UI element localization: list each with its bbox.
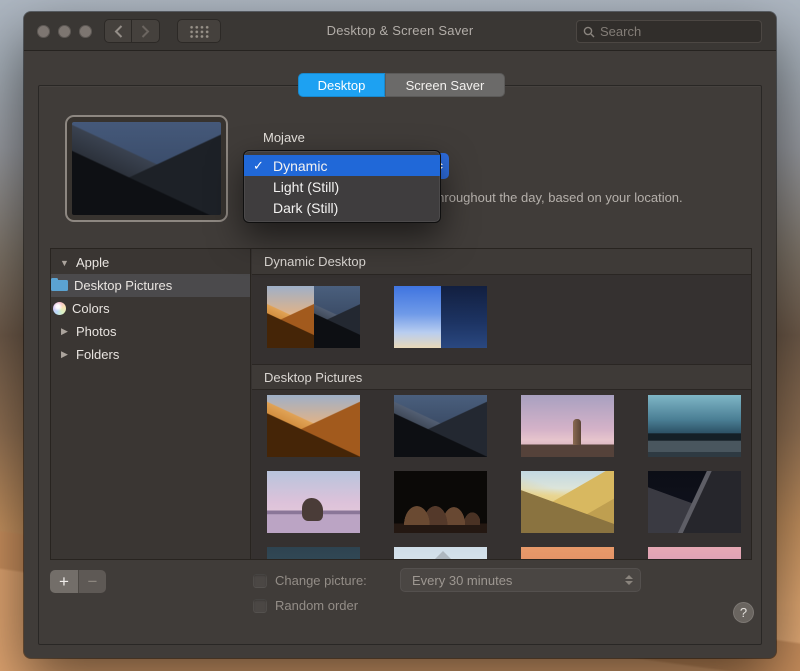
disclosure-triangle-right-icon[interactable]: ▶ <box>59 326 70 337</box>
interval-popup-value: Every 30 minutes <box>412 572 513 588</box>
sidebar-item-folders[interactable]: ▶ Folders <box>51 343 250 366</box>
random-order-label: Random order <box>275 598 359 613</box>
sidebar-item-desktop-pictures-label: Desktop Pictures <box>74 278 173 293</box>
desktop-wallpaper: Desktop & Screen Saver Desktop Screen Sa… <box>0 0 800 671</box>
tab-screen-saver[interactable]: Screen Saver <box>385 73 505 97</box>
folder-icon <box>51 277 68 291</box>
disclosure-triangle-down-icon[interactable]: ▼ <box>59 258 70 268</box>
add-folder-button[interactable]: + <box>50 570 78 593</box>
teal-dusk-thumbnail[interactable] <box>267 547 360 559</box>
selected-picture-name: Mojave <box>263 130 305 145</box>
menu-item-dynamic-label: Dynamic <box>273 157 328 174</box>
tufa-night-thumbnail[interactable] <box>394 471 487 533</box>
solar-dark-half <box>440 286 487 348</box>
sidebar-item-apple-label: Apple <box>76 255 110 270</box>
dark-dune-thumbnail[interactable] <box>648 471 741 533</box>
mountain-peak-thumbnail[interactable] <box>394 547 487 559</box>
orange-clouds-thumbnail[interactable] <box>521 547 614 559</box>
mojave-day-half <box>267 286 314 348</box>
help-button[interactable]: ? <box>733 602 754 623</box>
sidebar-item-desktop-pictures[interactable]: Desktop Pictures <box>51 274 250 297</box>
popup-updown-chevrons-icon <box>625 575 633 585</box>
menu-item-dark-still[interactable]: Dark (Still) <box>244 197 440 218</box>
sidebar-item-folders-label: Folders <box>76 347 120 362</box>
sidebar-item-photos-label: Photos <box>76 324 117 339</box>
dynamic-dropdown-menu: ✓ Dynamic Light (Still) Dark (Still) <box>243 150 441 223</box>
interval-popup-button[interactable]: Every 30 minutes <box>400 568 641 592</box>
solar-gradients-thumbnail[interactable] <box>394 286 487 348</box>
disclosure-triangle-right-icon[interactable]: ▶ <box>59 349 70 360</box>
section-header-dynamic-desktop: Dynamic Desktop <box>252 249 751 275</box>
menu-item-dynamic[interactable]: ✓ Dynamic <box>244 155 440 176</box>
mojave-night-thumbnail[interactable] <box>394 395 487 457</box>
change-picture-checkbox[interactable] <box>253 574 267 588</box>
section-header-desktop-pictures-label: Desktop Pictures <box>264 369 363 385</box>
search-icon <box>583 26 595 37</box>
tab-desktop[interactable]: Desktop <box>298 73 385 97</box>
remove-folder-button[interactable]: − <box>78 570 106 593</box>
pink-clouds-thumbnail[interactable] <box>648 547 741 559</box>
section-header-desktop-pictures: Desktop Pictures <box>252 364 751 390</box>
menu-item-dark-still-label: Dark (Still) <box>273 199 339 216</box>
source-list: ▼ Apple Desktop Pictures Colors ▶ Photos… <box>51 249 251 559</box>
menu-item-light-still-label: Light (Still) <box>273 178 340 195</box>
current-desktop-preview-well <box>65 115 228 222</box>
thumbnail-grid-area: Dynamic Desktop Desktop Pictures <box>252 249 751 559</box>
sidebar-item-photos[interactable]: ▶ Photos <box>51 320 250 343</box>
sidebar-item-colors-label: Colors <box>72 301 110 316</box>
picture-browser: ▼ Apple Desktop Pictures Colors ▶ Photos… <box>50 248 752 560</box>
color-sphere-icon <box>53 302 66 315</box>
menu-item-light-still[interactable]: Light (Still) <box>244 176 440 197</box>
search-input[interactable] <box>600 24 755 39</box>
playa-dusk-thumbnail[interactable] <box>648 395 741 457</box>
title-bar: Desktop & Screen Saver <box>24 12 776 51</box>
yellow-dunes-thumbnail[interactable] <box>521 471 614 533</box>
desert-monument-thumbnail[interactable] <box>521 395 614 457</box>
desktop-screensaver-window: Desktop & Screen Saver Desktop Screen Sa… <box>24 12 776 658</box>
change-picture-label: Change picture: <box>275 573 367 588</box>
search-field[interactable] <box>576 20 762 43</box>
pink-salt-lake-thumbnail[interactable] <box>267 471 360 533</box>
section-header-dynamic-desktop-label: Dynamic Desktop <box>264 254 366 269</box>
mojave-night-half <box>313 286 360 348</box>
tab-screen-saver-label: Screen Saver <box>405 77 485 93</box>
random-order-checkbox[interactable] <box>253 599 267 613</box>
sidebar-item-apple[interactable]: ▼ Apple <box>51 251 250 274</box>
add-remove-segmented-control: + − <box>50 570 106 593</box>
tab-desktop-label: Desktop <box>317 77 366 93</box>
checkmark-icon: ✓ <box>253 157 264 173</box>
mojave-dynamic-thumbnail[interactable] <box>267 286 360 348</box>
solar-light-half <box>394 286 441 348</box>
sidebar-item-colors[interactable]: Colors <box>51 297 250 320</box>
mojave-night-preview-image <box>72 122 221 215</box>
mojave-day-thumbnail[interactable] <box>267 395 360 457</box>
